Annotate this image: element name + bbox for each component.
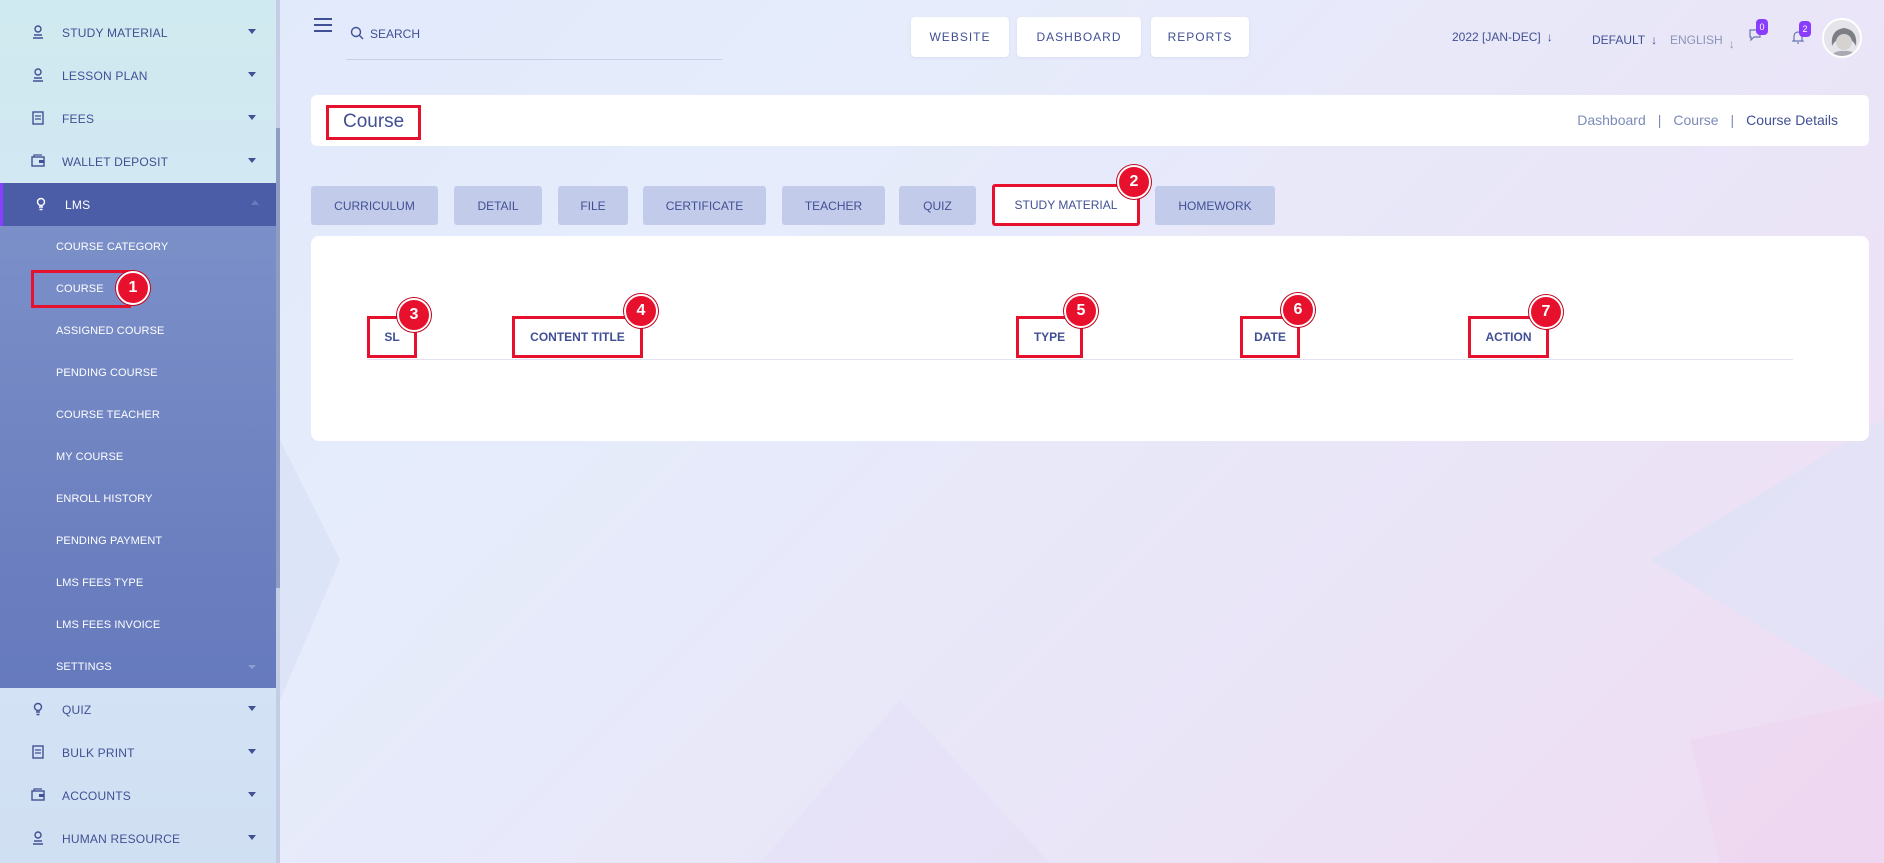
sidebar-item-label: FEES [62,111,95,126]
chevron-down-icon [248,72,256,77]
chevron-down-icon [248,29,256,34]
language-select-value: ENGLISH [1670,33,1723,47]
marker-6: 6 [1281,293,1315,327]
marker-3: 3 [397,298,431,332]
sidebar-item-fees[interactable]: FEES [0,97,276,140]
chevron-down-icon [248,665,256,669]
sidebar-item-label: QUIZ [62,702,92,717]
sidebar-item-label: STUDY MATERIAL [62,25,168,40]
submenu-settings[interactable]: SETTINGS [56,661,112,673]
marker-1: 1 [116,271,150,305]
sidebar-item-label: ACCOUNTS [62,788,131,803]
person-icon [33,831,43,845]
submenu-lms-fees-type[interactable]: LMS FEES TYPE [56,577,143,589]
breadcrumb-current: Course Details [1746,112,1838,128]
wallet-icon [31,788,45,801]
sidebar-item-lesson-plan[interactable]: LESSON PLAN [0,54,276,97]
breadcrumb: Dashboard | Course | Course Details [1577,112,1838,128]
chevron-down-icon [248,792,256,797]
person-icon [33,68,43,82]
sidebar-item-wallet-deposit[interactable]: WALLET DEPOSIT [0,140,276,183]
tab-study-material[interactable]: STUDY MATERIAL [992,184,1140,226]
language-select[interactable]: ENGLISH ↓ [1670,33,1735,51]
document-icon [32,111,44,125]
sidebar-item-label: LESSON PLAN [62,68,148,83]
chevron-down-icon [248,115,256,120]
person-icon [33,25,43,39]
marker-7: 7 [1529,295,1563,329]
tab-curriculum[interactable]: CURRICULUM [311,186,438,225]
arrow-down-icon: ↓ [1546,30,1553,44]
tab-homework[interactable]: HOMEWORK [1155,186,1275,225]
sidebar-item-lms[interactable]: LMS [0,183,276,226]
session-select[interactable]: 2022 [JAN-DEC] ↓ [1452,30,1553,44]
document-icon [32,745,44,759]
chevron-down-icon [248,835,256,840]
tab-certificate[interactable]: CERTIFICATE [643,186,766,225]
column-header-content-title[interactable]: CONTENT TITLE [512,316,643,358]
sidebar-item-human-resource[interactable]: HUMAN RESOURCE [0,817,276,860]
theme-select[interactable]: DEFAULT ↓ [1592,33,1657,47]
reports-button[interactable]: REPORTS [1151,17,1249,57]
sidebar-item-accounts[interactable]: ACCOUNTS [0,774,276,817]
tab-file[interactable]: FILE [558,186,628,225]
bulb-icon [33,702,43,716]
dashboard-button[interactable]: DASHBOARD [1017,17,1141,57]
sidebar-scrollbar[interactable] [276,0,280,863]
breadcrumb-dashboard[interactable]: Dashboard [1577,112,1646,128]
bulb-icon [36,197,46,211]
session-select-value: 2022 [JAN-DEC] [1452,30,1541,44]
avatar[interactable] [1822,18,1862,58]
marker-4: 4 [624,294,658,328]
sidebar-item-quiz[interactable]: QUIZ [0,688,276,731]
arrow-down-icon: ↓ [1728,37,1735,51]
table-header-divider [367,359,1793,360]
sidebar: STUDY MATERIAL LESSON PLAN FEES WALLET D… [0,0,276,863]
chevron-down-icon [248,706,256,711]
sidebar-item-label: BULK PRINT [62,745,135,760]
theme-select-value: DEFAULT [1592,33,1646,47]
submenu-course-teacher[interactable]: COURSE TEACHER [56,409,160,421]
page-title: Course [326,105,422,140]
sidebar-item-label: LMS [65,197,91,212]
search-bar [346,18,722,60]
sidebar-item-label: HUMAN RESOURCE [62,831,181,846]
tab-detail[interactable]: DETAIL [454,186,542,225]
sidebar-item-study-material[interactable]: STUDY MATERIAL [0,11,276,54]
submenu-my-course[interactable]: MY COURSE [56,451,123,463]
search-icon [350,26,364,40]
notification-count-badge: 2 [1799,21,1811,37]
sidebar-item-bulk-print[interactable]: BULK PRINT [0,731,276,774]
submenu-enroll-history[interactable]: ENROLL HISTORY [56,493,153,505]
menu-toggle-icon[interactable] [314,18,332,32]
marker-2: 2 [1117,165,1151,199]
submenu-pending-payment[interactable]: PENDING PAYMENT [56,535,162,547]
message-count-badge: 0 [1756,19,1768,35]
submenu-assigned-course[interactable]: ASSIGNED COURSE [56,325,164,337]
marker-5: 5 [1064,294,1098,328]
submenu-lms-fees-invoice[interactable]: LMS FEES INVOICE [56,619,160,631]
chevron-down-icon [248,749,256,754]
sidebar-item-label: WALLET DEPOSIT [62,154,169,169]
chevron-up-icon [251,200,259,205]
tab-teacher[interactable]: TEACHER [782,186,885,225]
arrow-down-icon: ↓ [1651,33,1658,47]
tab-quiz[interactable]: QUIZ [899,186,976,225]
user-avatar-icon [1824,20,1860,56]
website-button[interactable]: WEBSITE [911,17,1009,57]
wallet-icon [31,154,45,167]
scrollbar-thumb[interactable] [276,128,280,588]
submenu-course-category[interactable]: COURSE CATEGORY [56,241,168,253]
breadcrumb-course[interactable]: Course [1673,112,1718,128]
search-input[interactable] [370,24,710,44]
page-title-bar: Course Dashboard | Course | Course Details [311,95,1869,146]
chevron-down-icon [248,158,256,163]
submenu-pending-course[interactable]: PENDING COURSE [56,367,158,379]
